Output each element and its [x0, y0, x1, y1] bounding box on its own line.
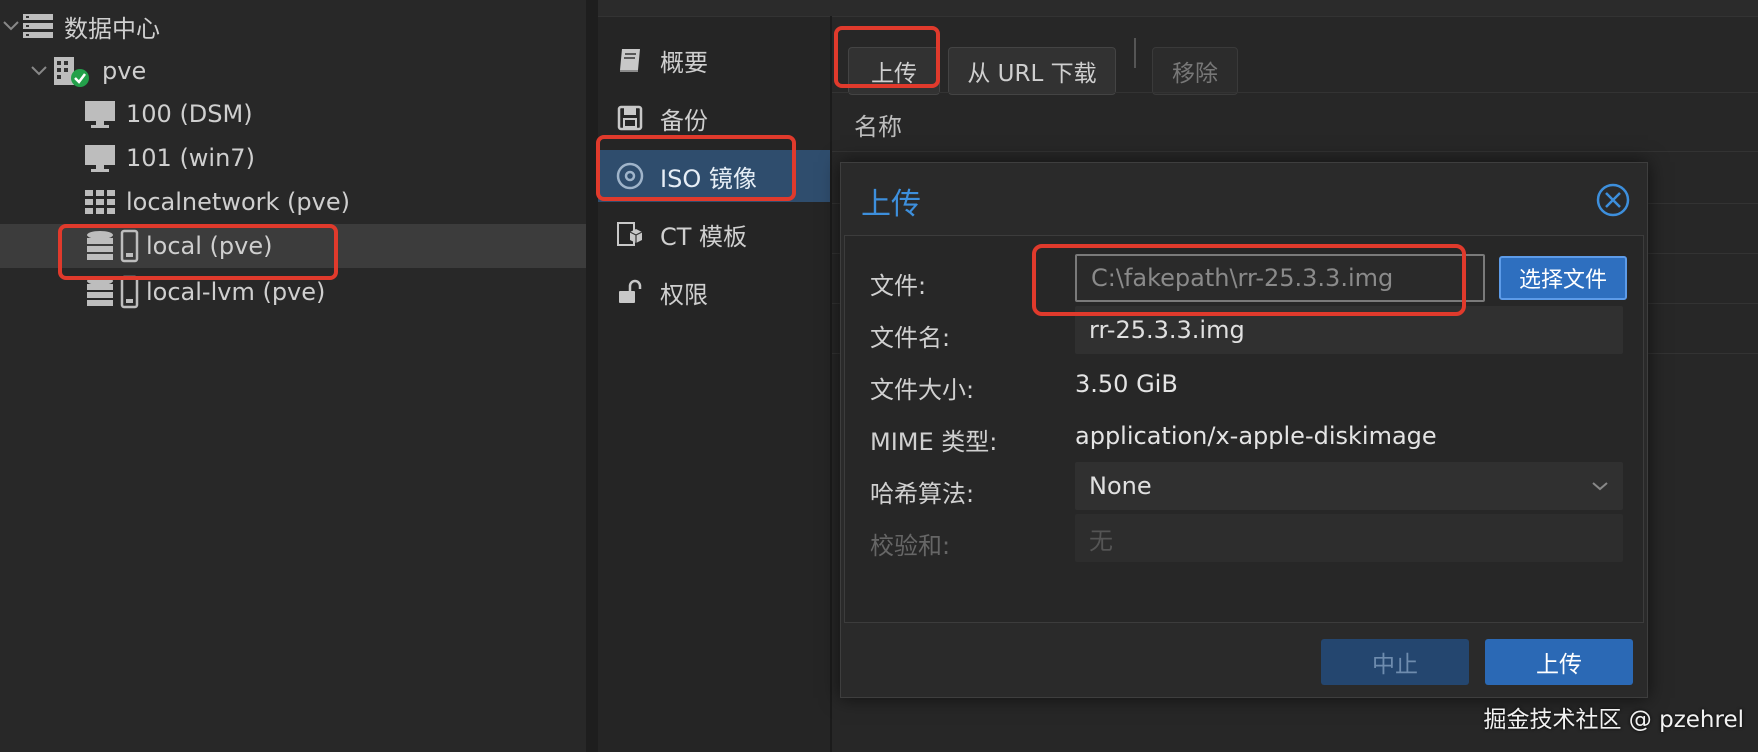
annotation-highlight-iso [596, 135, 796, 201]
tree-item-localnetwork[interactable]: localnetwork (pve) [84, 180, 586, 224]
chevron-down-icon[interactable] [1591, 477, 1609, 495]
filesize-value: 3.50 GiB [1075, 370, 1178, 398]
annotation-highlight-file [1032, 244, 1466, 316]
storage-icon [87, 275, 139, 309]
tree-item-label: local-lvm (pve) [146, 278, 326, 306]
nav-item-label: CT 模板 [660, 222, 748, 251]
tree-item-vm-101[interactable]: 101 (win7) [84, 136, 586, 180]
file-label: 文件: [870, 272, 927, 300]
resource-tree: 数据中心 pve 100 (DSM) 101 (win7) localnetwo… [0, 0, 586, 752]
annotation-highlight-local [58, 224, 338, 280]
unlock-icon [619, 279, 642, 303]
network-grid-icon [85, 190, 115, 214]
dialog-upload-button[interactable]: 上传 [1485, 639, 1633, 685]
nav-item-label: 备份 [660, 106, 708, 135]
tree-item-datacenter[interactable]: 数据中心 [0, 4, 586, 48]
dialog-footer: 中止 上传 [841, 621, 1647, 697]
annotation-highlight-upload [834, 26, 940, 88]
storage-nav: 概要 备份 ISO 镜像 CT 模板 权限 [598, 17, 830, 752]
mime-type-value: application/x-apple-diskimage [1075, 422, 1437, 450]
toolbar-separator [1134, 38, 1136, 68]
nav-item-label: 概要 [660, 48, 708, 77]
tree-item-vm-100[interactable]: 100 (DSM) [84, 92, 586, 136]
top-bar [598, 0, 1758, 17]
checksum-field[interactable]: 无 [1075, 514, 1623, 562]
grid-header: 名称 [832, 92, 1758, 152]
checksum-label: 校验和: [870, 532, 951, 560]
remove-button[interactable]: 移除 [1152, 47, 1238, 95]
tree-item-label: pve [102, 57, 147, 85]
node-online-icon [54, 57, 89, 87]
choose-file-button[interactable]: 选择文件 [1499, 256, 1627, 300]
tree-item-label: 数据中心 [64, 14, 160, 43]
nav-item-summary[interactable]: 概要 [598, 34, 830, 86]
nav-item-label: 权限 [660, 280, 708, 309]
chevron-down-icon[interactable] [2, 17, 20, 35]
hash-algorithm-select[interactable]: None [1075, 462, 1623, 510]
cube-icon [617, 222, 643, 246]
abort-button[interactable]: 中止 [1321, 639, 1469, 685]
dialog-header[interactable]: 上传 [841, 163, 1647, 235]
chevron-down-icon[interactable] [30, 62, 48, 80]
datacenter-icon [23, 14, 53, 38]
filesize-label: 文件大小: [870, 376, 975, 404]
column-header-name[interactable]: 名称 [854, 107, 902, 142]
filename-label: 文件名: [870, 324, 951, 352]
vm-monitor-icon [85, 101, 115, 128]
vm-monitor-icon [85, 145, 115, 172]
tree-item-label: 100 (DSM) [126, 100, 253, 128]
upload-dialog: 上传 文件: C:\fakepath\rr-25.3.3.img 选择文件 文件… [840, 162, 1648, 698]
close-icon[interactable] [1595, 182, 1631, 218]
dialog-title: 上传 [861, 187, 921, 222]
hash-algorithm-value: None [1089, 472, 1152, 500]
tree-splitter[interactable] [586, 0, 598, 752]
tree-item-label: localnetwork (pve) [126, 188, 350, 216]
watermark: 掘金技术社区 @ pzehrel [1483, 707, 1744, 733]
mime-type-label: MIME 类型: [870, 428, 998, 456]
tree-item-label: 101 (win7) [126, 144, 255, 172]
download-from-url-button[interactable]: 从 URL 下载 [948, 47, 1116, 95]
tree-item-node-pve[interactable]: pve [30, 49, 586, 93]
book-icon [620, 49, 640, 72]
nav-item-ct-templates[interactable]: CT 模板 [598, 208, 830, 260]
floppy-icon [617, 105, 643, 131]
nav-item-permissions[interactable]: 权限 [598, 266, 830, 318]
hash-algorithm-label: 哈希算法: [870, 480, 975, 508]
